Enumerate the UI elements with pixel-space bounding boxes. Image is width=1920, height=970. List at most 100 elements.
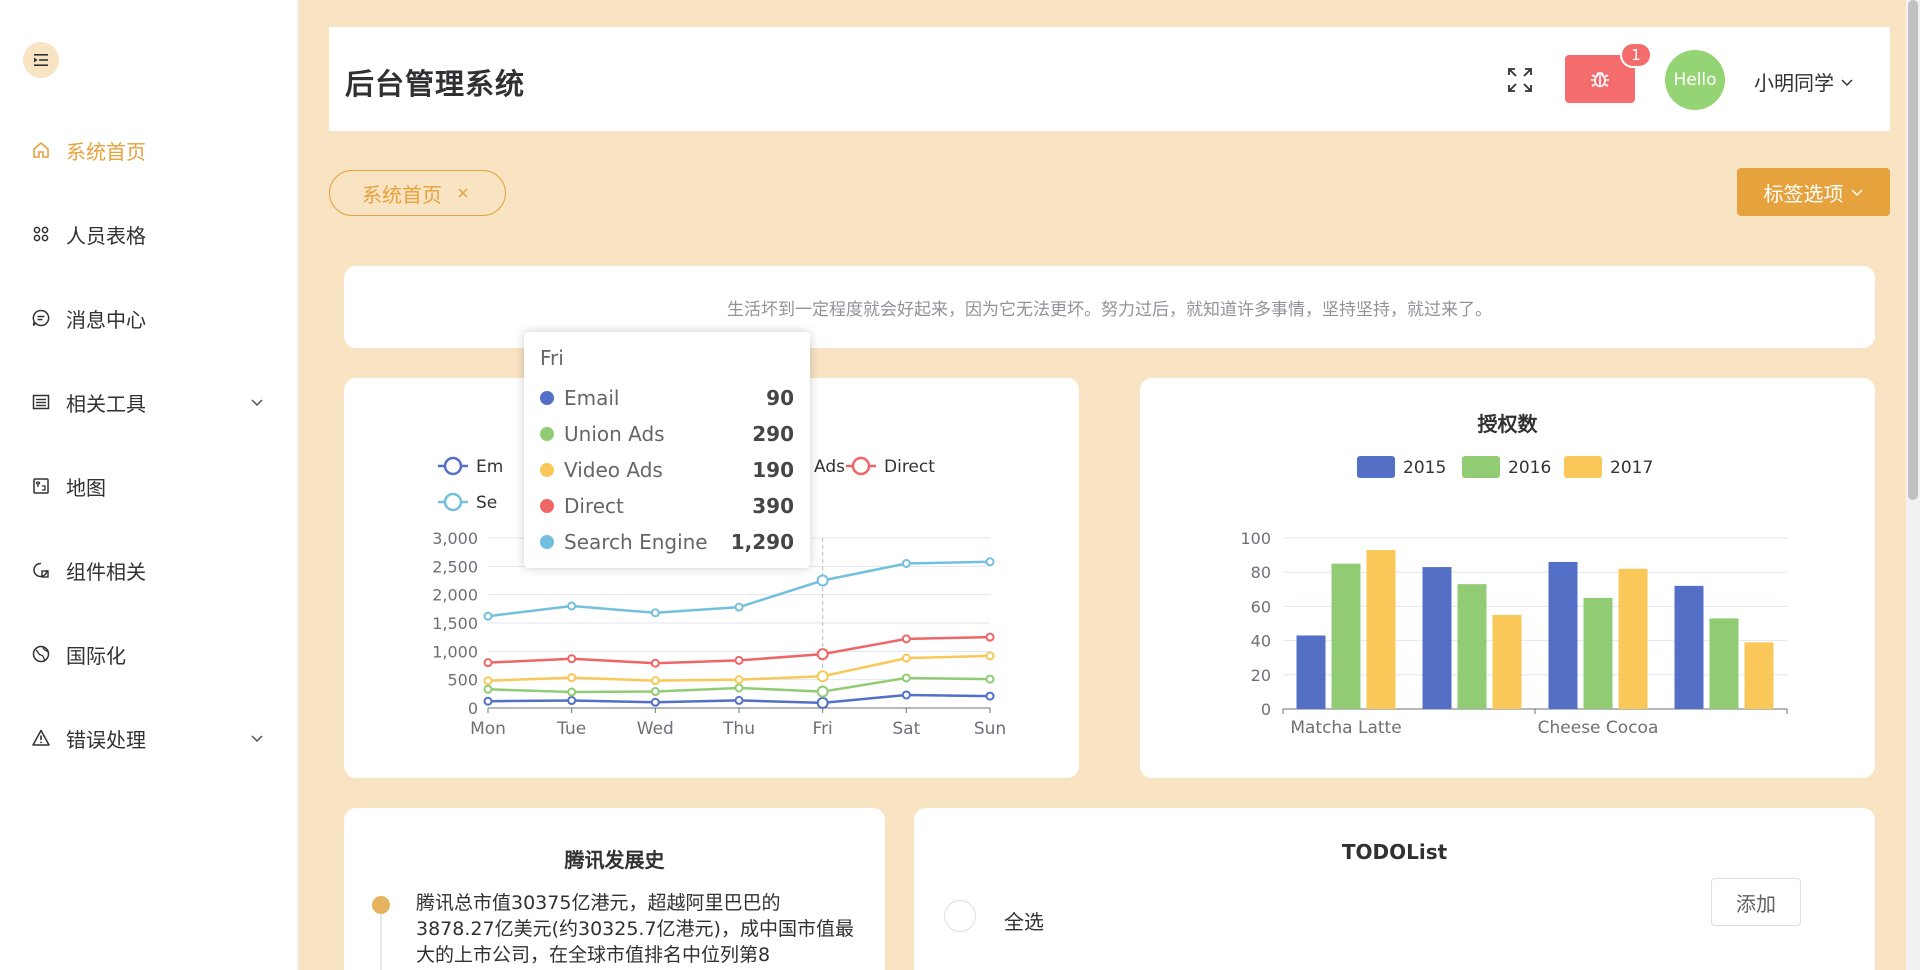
add-todo-button[interactable]: 添加 [1711, 878, 1801, 926]
message-icon [30, 307, 52, 329]
tooltip-value: 390 [752, 494, 794, 518]
collapse-sidebar-button[interactable] [23, 42, 59, 78]
tooltip-marker [540, 391, 554, 405]
legend-swatch [1564, 456, 1602, 478]
tab-label: 系统首页 [362, 182, 442, 207]
sidebar-item-home[interactable]: 系统首页 [0, 108, 299, 192]
data-point [650, 608, 660, 618]
sidebar: 系统首页 人员表格 消息中心 相关工具 地图 组件相关 国际化 错误处理 [0, 0, 299, 970]
sidebar-item-i18n[interactable]: 国际化 [0, 612, 299, 696]
history-card: 腾讯发展史 腾讯总市值30375亿港元，超越阿里巴巴的3878.27亿美元(约3… [344, 808, 885, 970]
x-tick-label: Fri [813, 719, 833, 739]
data-point [734, 675, 744, 685]
data-point [483, 676, 493, 686]
data-point [901, 673, 911, 683]
sidebar-item-label: 系统首页 [66, 139, 146, 164]
close-icon[interactable] [456, 186, 470, 200]
tooltip-value: 1,290 [730, 530, 794, 554]
timeline-line [380, 914, 382, 970]
fullscreen-icon[interactable] [1505, 65, 1535, 95]
tooltip-marker [540, 427, 554, 441]
sidebar-item-map[interactable]: 地图 [0, 444, 299, 528]
data-point [650, 697, 660, 707]
tooltip-value: 90 [766, 386, 794, 410]
grid-icon [30, 223, 52, 245]
tag-options-label: 标签选项 [1763, 181, 1844, 206]
data-point [483, 611, 493, 621]
sidebar-item-staff-table[interactable]: 人员表格 [0, 192, 299, 276]
bar [1548, 561, 1578, 709]
menu-fold-icon [34, 54, 48, 66]
tooltip-row: Video Ads 190 [540, 452, 794, 488]
data-point [734, 695, 744, 705]
y-tick-label: 0 [468, 699, 478, 718]
component-icon [30, 559, 52, 581]
data-point [985, 557, 995, 567]
sidebar-item-label: 国际化 [66, 643, 126, 668]
legend-swatch [1357, 456, 1395, 478]
sidebar-item-error-handling[interactable]: 错误处理 [0, 696, 299, 780]
legend-label: 2015 [1403, 458, 1446, 478]
data-point [567, 696, 577, 706]
bar [1457, 584, 1487, 709]
list-icon [30, 391, 52, 413]
avatar[interactable]: Hello [1665, 50, 1725, 110]
x-tick-label: Thu [722, 719, 755, 739]
data-point [985, 691, 995, 701]
bar [1422, 567, 1452, 709]
tooltip-marker [540, 535, 554, 549]
legend-label: Direct [884, 457, 935, 477]
data-point [483, 658, 493, 668]
data-point [816, 696, 829, 709]
tooltip-row: Union Ads 290 [540, 416, 794, 452]
x-tick-label: Sun [974, 719, 1006, 739]
data-point [985, 674, 995, 684]
tooltip-value: 290 [752, 422, 794, 446]
data-point [901, 690, 911, 700]
legend-marker [443, 456, 463, 476]
data-point [650, 687, 660, 697]
sidebar-item-label: 地图 [66, 475, 106, 500]
map-icon [30, 475, 52, 497]
y-tick-label: 0 [1261, 700, 1271, 719]
user-dropdown[interactable]: 小明同学 [1754, 67, 1854, 96]
legend-label: Ads [814, 457, 845, 477]
tooltip-series-name: Union Ads [564, 422, 665, 446]
tag-options-button[interactable]: 标签选项 [1737, 168, 1890, 216]
tab-home[interactable]: 系统首页 [329, 170, 506, 216]
data-point [816, 574, 829, 587]
todo-card: TODOList 全选 添加 [914, 808, 1875, 970]
tooltip-series-name: Direct [564, 494, 624, 518]
sidebar-item-label: 相关工具 [66, 391, 146, 416]
legend-marker [443, 492, 463, 512]
tooltip-series-name: Video Ads [564, 458, 663, 482]
chevron-down-icon [251, 399, 263, 407]
top-header: 后台管理系统 1 Hello 小明同学 [329, 27, 1890, 131]
tooltip-marker [540, 499, 554, 513]
data-point [567, 601, 577, 611]
sidebar-item-messages[interactable]: 消息中心 [0, 276, 299, 360]
bar-chart[interactable]: 2015 2016 2017 0 20 40 60 80 100 Matcha Latte Chee… [1140, 378, 1875, 778]
x-tick-label: Wed [637, 719, 674, 739]
scrollbar-thumb[interactable] [1908, 0, 1918, 500]
sidebar-item-tools[interactable]: 相关工具 [0, 360, 299, 444]
sidebar-item-label: 错误处理 [66, 727, 146, 752]
bar [1674, 585, 1704, 709]
sidebar-menu: 系统首页 人员表格 消息中心 相关工具 地图 组件相关 国际化 错误处理 [0, 108, 299, 780]
data-point [567, 654, 577, 664]
data-point [734, 683, 744, 693]
data-point [650, 676, 660, 686]
sidebar-item-components[interactable]: 组件相关 [0, 528, 299, 612]
data-point [483, 684, 493, 694]
y-tick-label: 20 [1251, 666, 1271, 685]
chevron-down-icon [1841, 79, 1853, 86]
data-point [816, 648, 829, 661]
sidebar-item-label: 组件相关 [66, 559, 146, 584]
y-tick-label: 1,500 [432, 614, 478, 633]
select-all-checkbox[interactable] [944, 900, 976, 932]
sidebar-item-label: 消息中心 [66, 307, 146, 332]
data-point [734, 655, 744, 665]
todo-title: TODOList [1341, 840, 1448, 864]
data-point [650, 658, 660, 668]
timeline-dot [372, 896, 390, 914]
